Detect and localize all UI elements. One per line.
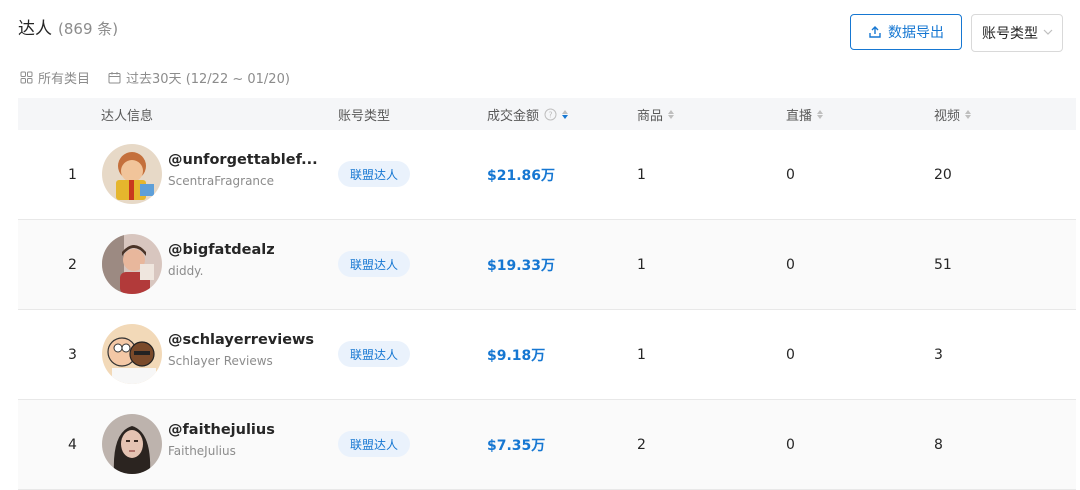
table-row[interactable]: 3 @schlayerreviews Schlayer Reviews 联盟达人… bbox=[18, 310, 1076, 400]
video-count: 8 bbox=[934, 436, 943, 453]
creator-info: @schlayerreviews Schlayer Reviews bbox=[168, 332, 338, 368]
video-count: 3 bbox=[934, 346, 943, 363]
export-button[interactable]: 数据导出 bbox=[850, 14, 962, 50]
column-header-goods[interactable]: 商品 bbox=[637, 98, 675, 130]
export-button-label: 数据导出 bbox=[888, 25, 944, 41]
account-type-badge: 联盟达人 bbox=[338, 251, 411, 277]
creator-info: @bigfatdealz diddy. bbox=[168, 242, 338, 278]
panel-header: 达人 (869 条) bbox=[18, 14, 118, 42]
video-count: 20 bbox=[934, 166, 952, 183]
gmv-value: $7.35万 bbox=[487, 437, 546, 454]
sort-caret-icon[interactable] bbox=[817, 109, 824, 119]
account-type-badge: 联盟达人 bbox=[338, 341, 411, 367]
avatar[interactable] bbox=[102, 414, 162, 474]
gmv-value: $9.18万 bbox=[487, 347, 546, 364]
gmv-value: $19.33万 bbox=[487, 257, 556, 274]
rank: 2 bbox=[68, 256, 77, 273]
result-count: (869 条) bbox=[58, 20, 119, 38]
creator-nickname: FaitheJulius bbox=[168, 444, 236, 458]
upload-icon bbox=[869, 26, 881, 38]
page-title: 达人 bbox=[18, 19, 52, 39]
table-row[interactable]: 2 @bigfatdealz diddy. 联盟达人 $19.33万 1 0 5… bbox=[18, 220, 1076, 310]
table-row[interactable]: 4 @faithejulius FaitheJulius 联盟达人 $7.35万… bbox=[18, 400, 1076, 490]
chevron-down-icon bbox=[1043, 29, 1053, 35]
creator-table-body: 1 @unforgettablef... ScentraFragrance 联盟… bbox=[18, 130, 1076, 490]
creator-nickname: Schlayer Reviews bbox=[168, 354, 273, 368]
date-range-label: 过去30天 (12/22 ~ 01/20) bbox=[126, 71, 290, 87]
filter-bar: 所有类目 过去30天 (12/22 ~ 01/20) bbox=[20, 66, 290, 88]
sort-caret-icon[interactable] bbox=[965, 109, 972, 119]
avatar[interactable] bbox=[102, 234, 162, 294]
column-header-account-type: 账号类型 bbox=[338, 108, 391, 124]
creators-panel: 达人 (869 条) 数据导出 账号类型 所有类目 过去30天 (12/22 ~… bbox=[0, 0, 1080, 490]
goods-count: 1 bbox=[637, 256, 646, 273]
category-filter[interactable]: 所有类目 bbox=[20, 68, 90, 87]
creator-handle[interactable]: @unforgettablef... bbox=[168, 152, 338, 168]
column-header-gmv[interactable]: 成交金额 ? bbox=[487, 98, 569, 130]
creator-nickname: ScentraFragrance bbox=[168, 174, 275, 188]
rank: 3 bbox=[68, 346, 77, 363]
rank: 1 bbox=[68, 166, 77, 183]
account-type-badge: 联盟达人 bbox=[338, 161, 411, 187]
sort-caret-icon[interactable] bbox=[562, 109, 569, 119]
creator-info: @unforgettablef... ScentraFragrance bbox=[168, 152, 338, 188]
category-filter-label: 所有类目 bbox=[38, 71, 91, 87]
avatar[interactable] bbox=[102, 324, 162, 384]
column-header-info: 达人信息 bbox=[101, 108, 154, 124]
column-header-live[interactable]: 直播 bbox=[786, 98, 824, 130]
account-type-select[interactable]: 账号类型 bbox=[971, 14, 1063, 52]
table-row[interactable]: 1 @unforgettablef... ScentraFragrance 联盟… bbox=[18, 130, 1076, 220]
goods-count: 2 bbox=[637, 436, 646, 453]
grid-icon bbox=[20, 71, 33, 83]
creator-info: @faithejulius FaitheJulius bbox=[168, 422, 338, 458]
column-header-video[interactable]: 视频 bbox=[934, 98, 972, 130]
creator-nickname: diddy. bbox=[168, 264, 204, 278]
rank: 4 bbox=[68, 436, 77, 453]
sort-caret-icon[interactable] bbox=[668, 109, 675, 119]
calendar-icon bbox=[108, 71, 121, 83]
live-count: 0 bbox=[786, 166, 795, 183]
goods-count: 1 bbox=[637, 346, 646, 363]
question-circle-icon[interactable]: ? bbox=[544, 108, 557, 121]
live-count: 0 bbox=[786, 436, 795, 453]
table-header: 达人信息 账号类型 成交金额 ? 商品 直播 视频 bbox=[18, 98, 1076, 130]
svg-text:?: ? bbox=[548, 110, 552, 119]
live-count: 0 bbox=[786, 256, 795, 273]
avatar[interactable] bbox=[102, 144, 162, 204]
creator-handle[interactable]: @faithejulius bbox=[168, 422, 338, 438]
creator-handle[interactable]: @bigfatdealz bbox=[168, 242, 338, 258]
account-type-badge: 联盟达人 bbox=[338, 431, 411, 457]
goods-count: 1 bbox=[637, 166, 646, 183]
gmv-value: $21.86万 bbox=[487, 167, 556, 184]
account-type-select-label: 账号类型 bbox=[982, 26, 1038, 42]
live-count: 0 bbox=[786, 346, 795, 363]
date-range-filter[interactable]: 过去30天 (12/22 ~ 01/20) bbox=[108, 68, 290, 87]
video-count: 51 bbox=[934, 256, 952, 273]
creator-handle[interactable]: @schlayerreviews bbox=[168, 332, 338, 348]
